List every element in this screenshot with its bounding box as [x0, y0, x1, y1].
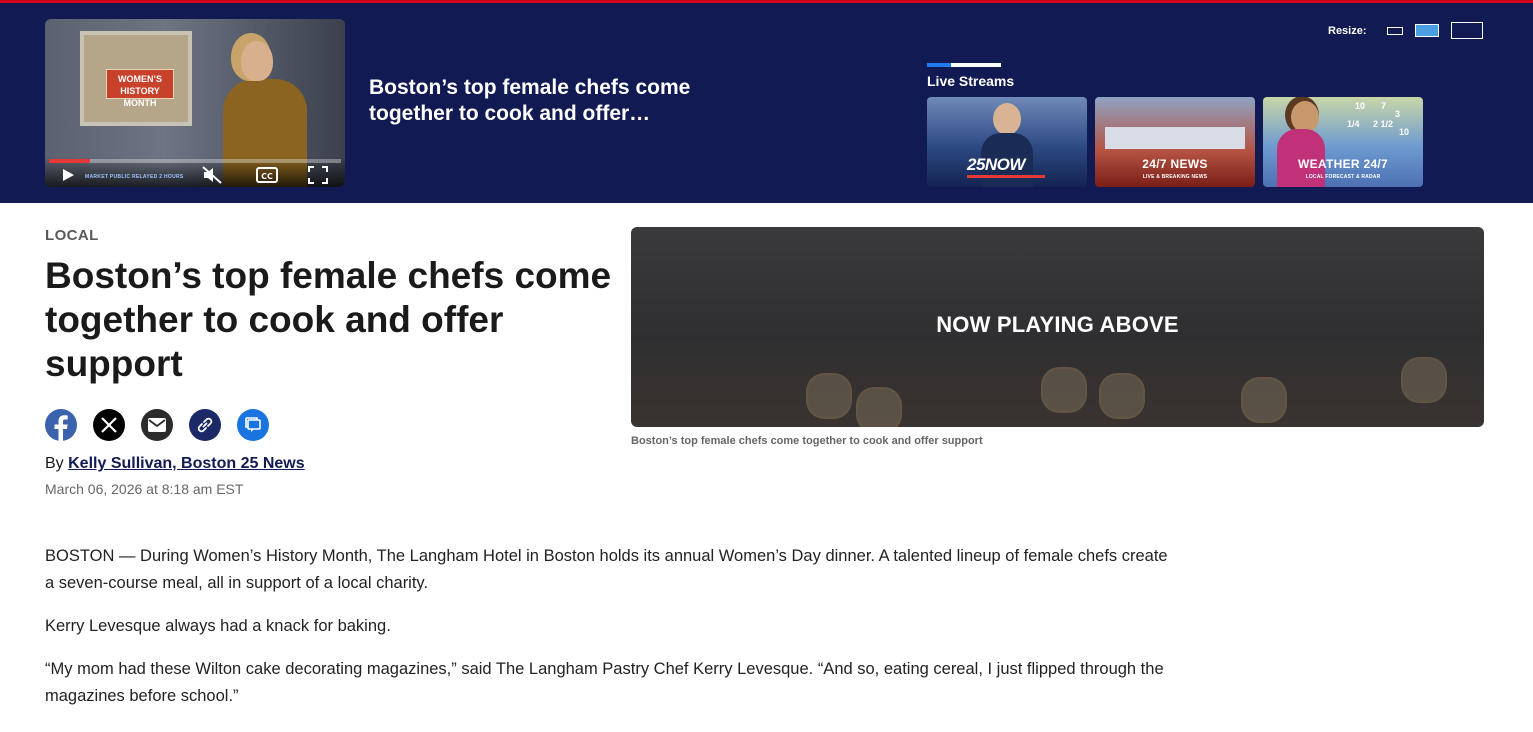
article-headline: Boston’s top female chefs come together …: [45, 255, 612, 384]
stream-label: 24/7 NEWS: [1142, 157, 1208, 171]
resize-large-button[interactable]: [1450, 22, 1483, 39]
comment-icon: [245, 417, 261, 432]
stream-card-247-news[interactable]: 24/7 NEWS LIVE & BREAKING NEWS: [1095, 97, 1255, 187]
share-x-button[interactable]: [93, 409, 125, 441]
progress-fill: [49, 159, 90, 163]
studio-screen: WOMEN’S HISTORY MONTH: [80, 31, 192, 126]
live-streams-title: Live Streams: [927, 73, 1015, 89]
link-icon: [197, 417, 213, 433]
mute-icon: [202, 166, 222, 184]
cookie-shape: [856, 387, 902, 427]
facebook-icon: [54, 415, 68, 441]
cookie-shape: [1401, 357, 1447, 403]
closed-captions-button[interactable]: CC: [256, 165, 278, 185]
now-playing-overlay: NOW PLAYING ABOVE: [936, 312, 1179, 337]
comments-button[interactable]: [237, 409, 269, 441]
live-streams-indicator: [927, 63, 1001, 67]
resize-small-button[interactable]: [1386, 26, 1403, 35]
copy-link-button[interactable]: [189, 409, 221, 441]
stream-logo-25now: 25NOW: [967, 155, 1045, 178]
stream-sublabel: LOCAL FORECAST & RADAR: [1305, 174, 1381, 180]
play-button[interactable]: [57, 165, 79, 185]
stream-card-weather[interactable]: 10 7 3 1/4 2 1/2 10 WEATHER 24/7 LOCAL F…: [1263, 97, 1423, 187]
screen-badge: WOMEN’S HISTORY MONTH: [106, 69, 174, 108]
publish-date: March 06, 2026 at 8:18 am EST: [45, 481, 244, 497]
body-paragraph: “My mom had these Wilton cake decorating…: [45, 660, 1164, 705]
share-facebook-button[interactable]: [45, 409, 77, 441]
resize-medium-button[interactable]: [1414, 24, 1439, 37]
ticker-text: MARKET PUBLIC RELAYED 2 HOURS: [85, 174, 184, 180]
share-email-button[interactable]: [141, 409, 173, 441]
cookie-shape: [806, 373, 852, 419]
top-accent-line: [0, 0, 1533, 3]
anchor-figure: [993, 103, 1021, 135]
fullscreen-button[interactable]: [307, 165, 329, 185]
section-kicker[interactable]: LOCAL: [45, 227, 99, 244]
inline-video-placeholder[interactable]: NOW PLAYING ABOVE: [631, 227, 1484, 427]
article-body: BOSTON — During Women’s History Month, T…: [45, 543, 1175, 726]
stream-sublabel: LIVE & BREAKING NEWS: [1142, 174, 1208, 180]
video-caption: Boston’s top female chefs come together …: [631, 435, 983, 447]
stream-card-25now[interactable]: 25NOW: [927, 97, 1087, 187]
body-paragraph: BOSTON — During Women’s History Month, T…: [45, 547, 1168, 592]
resize-label: Resize:: [1328, 24, 1367, 37]
mute-button[interactable]: [201, 165, 223, 185]
sticky-video-bar: WOMEN’S HISTORY MONTH MARKET PUBLIC RELA…: [0, 0, 1533, 203]
play-icon: [63, 169, 74, 181]
progress-bar[interactable]: [49, 159, 341, 163]
stream-label: WEATHER 24/7: [1297, 157, 1389, 171]
share-bar: [45, 409, 285, 441]
live-streams-indicator-active: [927, 63, 951, 67]
x-icon: [101, 417, 117, 433]
mini-video-player[interactable]: WOMEN’S HISTORY MONTH MARKET PUBLIC RELA…: [45, 19, 345, 187]
newsroom-desk: [1105, 127, 1245, 149]
byline: By Kelly Sullivan, Boston 25 News: [45, 455, 305, 473]
resize-controls: Resize:: [1328, 22, 1483, 39]
cookie-shape: [1241, 377, 1287, 423]
byline-prefix: By: [45, 455, 64, 472]
anchor-figure-head: [241, 41, 273, 81]
fullscreen-icon: [308, 166, 328, 184]
svg-text:CC: CC: [261, 172, 273, 181]
closed-captions-icon: CC: [256, 167, 278, 183]
author-link[interactable]: Kelly Sullivan, Boston 25 News: [68, 455, 305, 472]
cookie-shape: [1041, 367, 1087, 413]
sticky-video-title[interactable]: Boston’s top female chefs come together …: [369, 75, 729, 127]
body-paragraph: Kerry Levesque always had a knack for ba…: [45, 617, 391, 635]
cookie-shape: [1099, 373, 1145, 419]
email-icon: [148, 418, 166, 432]
